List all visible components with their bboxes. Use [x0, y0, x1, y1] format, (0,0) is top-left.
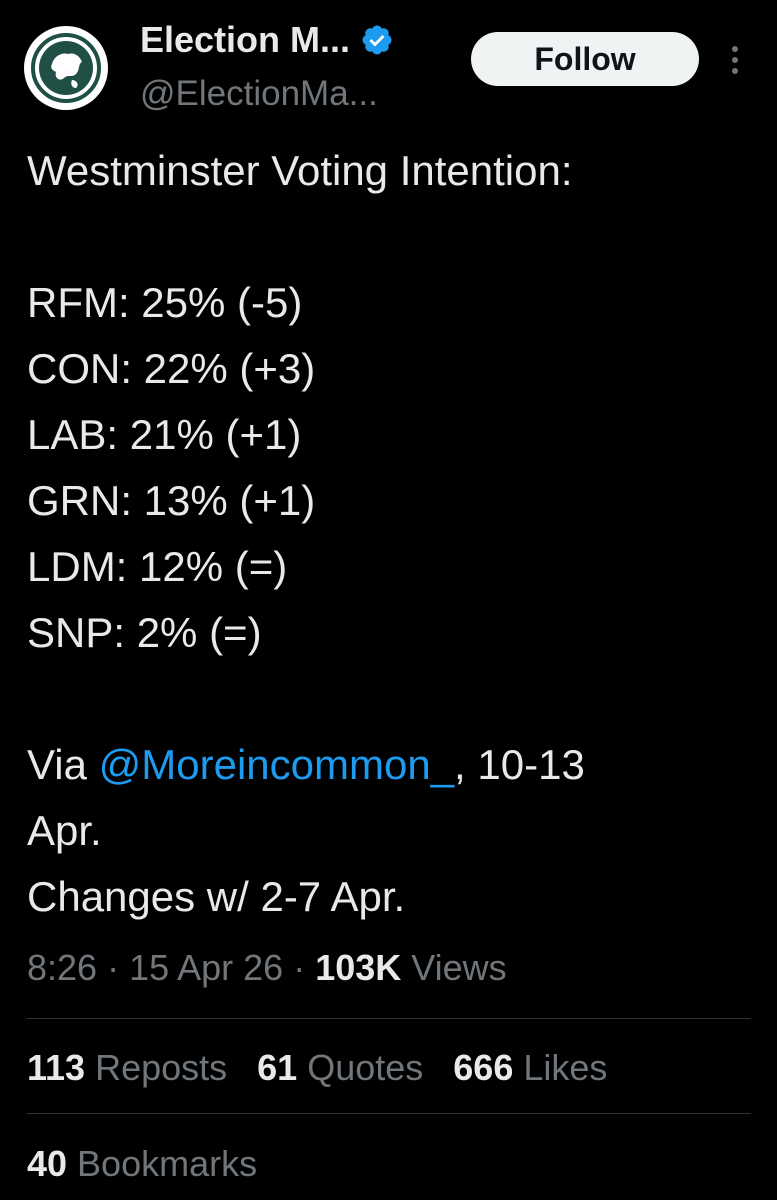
follow-button[interactable]: Follow: [471, 32, 699, 86]
author-display-name[interactable]: Election M...: [140, 18, 350, 62]
tweet-heading: Westminster Voting Intention:: [27, 147, 573, 194]
engagement-stats: 113 Reposts 61 Quotes 666 Likes: [27, 1042, 607, 1094]
author-name-row[interactable]: Election M...: [140, 18, 394, 62]
likes-label: Likes: [513, 1047, 608, 1088]
via-line-2: Apr.: [27, 807, 102, 854]
tweet-meta: 8:26 · 15 Apr 26 · 103K Views: [27, 942, 507, 994]
poll-line-grn: GRN: 13% (+1): [27, 477, 316, 524]
tweet-time[interactable]: 8:26: [27, 947, 97, 988]
more-options-icon[interactable]: [725, 40, 745, 80]
quotes-stat[interactable]: 61 Quotes: [257, 1042, 423, 1094]
poll-line-con: CON: 22% (+3): [27, 345, 316, 392]
avatar[interactable]: [24, 26, 108, 110]
via-suffix: , 10-13: [454, 741, 585, 788]
bookmarks-label: Bookmarks: [67, 1143, 258, 1184]
views-label: Views: [401, 947, 507, 988]
divider: [27, 1113, 751, 1114]
via-prefix: Via: [27, 741, 99, 788]
poll-line-ldm: LDM: 12% (=): [27, 543, 288, 590]
likes-stat[interactable]: 666 Likes: [453, 1042, 607, 1094]
tweet-text: Westminster Voting Intention: RFM: 25% (…: [27, 138, 747, 930]
author-handle[interactable]: @ElectionMa...: [140, 72, 378, 116]
tweet-date[interactable]: 15 Apr 26: [129, 947, 283, 988]
views-count: 103K: [315, 947, 402, 988]
reposts-count: 113: [27, 1047, 86, 1088]
likes-count: 666: [453, 1047, 514, 1088]
poll-line-lab: LAB: 21% (+1): [27, 411, 302, 458]
divider: [27, 1018, 751, 1019]
quotes-count: 61: [257, 1047, 298, 1088]
bookmarks-stat[interactable]: 40 Bookmarks: [27, 1138, 257, 1190]
reposts-stat[interactable]: 113 Reposts: [27, 1042, 227, 1094]
bookmarks-count: 40: [27, 1143, 68, 1184]
globe-map-logo-icon: [26, 28, 106, 108]
quotes-label: Quotes: [297, 1047, 424, 1088]
meta-separator: ·: [283, 947, 316, 988]
verified-badge-icon: [362, 25, 392, 55]
mention-link[interactable]: @Moreincommon_: [99, 741, 454, 788]
poll-line-snp: SNP: 2% (=): [27, 609, 262, 656]
via-line: Via @Moreincommon_, 10-13: [27, 732, 747, 798]
changes-line: Changes w/ 2-7 Apr.: [27, 873, 406, 920]
reposts-label: Reposts: [85, 1047, 228, 1088]
poll-line-rfm: RFM: 25% (-5): [27, 279, 303, 326]
meta-separator: ·: [97, 947, 130, 988]
